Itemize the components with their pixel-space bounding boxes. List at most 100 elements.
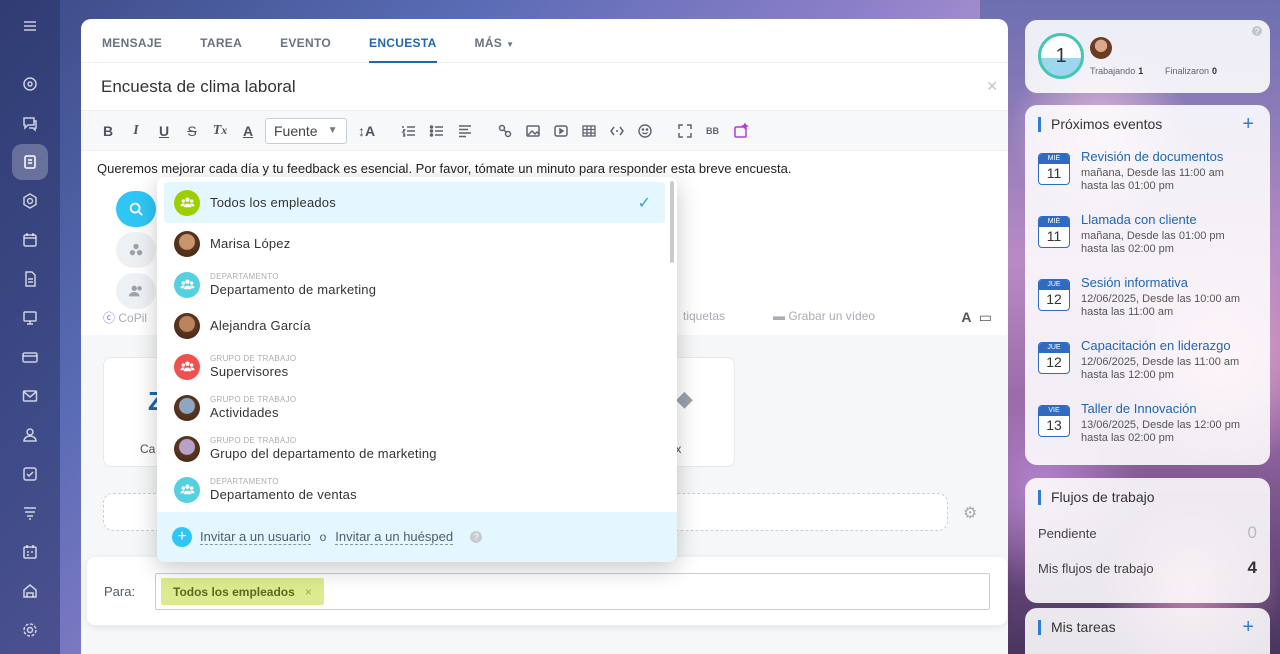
collab-icon[interactable] bbox=[12, 183, 48, 219]
calendar-icon[interactable] bbox=[12, 222, 48, 258]
event-item[interactable]: MIÉ 11 Llamada con cliente mañana, Desde la… bbox=[1038, 212, 1268, 262]
status-ring[interactable]: 1 bbox=[1038, 33, 1084, 79]
boards-icon[interactable] bbox=[12, 300, 48, 336]
recipient-option-text: Alejandra García bbox=[210, 318, 311, 333]
search-icon[interactable] bbox=[116, 191, 156, 227]
event-item[interactable]: JUE 12 Sesión informativa 12/06/2025, Desde… bbox=[1038, 275, 1268, 325]
text-color-icon[interactable]: A bbox=[237, 123, 259, 139]
font-size-icon[interactable]: ↕A bbox=[355, 123, 379, 139]
employees-icon[interactable] bbox=[12, 417, 48, 453]
tasks-icon[interactable] bbox=[12, 456, 48, 492]
align-icon[interactable] bbox=[455, 123, 475, 139]
event-day: 13 bbox=[1046, 417, 1062, 433]
tab-mas[interactable]: MÁS ▼ bbox=[475, 19, 515, 62]
event-title[interactable]: Capacitación en liderazgo bbox=[1081, 338, 1231, 353]
record-video-button[interactable]: ▬ Grabar un vídeo bbox=[773, 309, 875, 323]
recipient-option-text: DEPARTAMENTO Departamento de marketing bbox=[210, 272, 376, 297]
event-time-line2: hasta las 12:00 pm bbox=[1081, 369, 1174, 381]
close-icon[interactable]: ✕ bbox=[986, 78, 998, 95]
bbcode-icon[interactable]: BB bbox=[703, 123, 723, 139]
planner-icon[interactable] bbox=[12, 534, 48, 570]
bullet-list-icon[interactable] bbox=[427, 123, 447, 139]
gear-icon[interactable]: ⚙ bbox=[963, 503, 977, 523]
recipient-option[interactable]: DEPARTAMENTO Departamento de ventas bbox=[164, 469, 665, 510]
event-item[interactable]: MIÉ 11 Revisión de documentos mañana, Desde… bbox=[1038, 149, 1268, 199]
calendar-icon: VIE 13 bbox=[1038, 405, 1070, 437]
tab-evento[interactable]: EVENTO bbox=[280, 19, 331, 62]
emoji-icon[interactable] bbox=[635, 123, 655, 139]
font-select-label: Fuente bbox=[274, 122, 318, 139]
add-event-icon[interactable]: + bbox=[1242, 113, 1254, 136]
underline-icon[interactable]: U bbox=[153, 123, 175, 139]
remove-chip-icon[interactable]: × bbox=[305, 585, 312, 599]
link-icon[interactable] bbox=[495, 123, 515, 139]
recipient-option[interactable]: GRUPO DE TRABAJO Actividades bbox=[164, 387, 665, 428]
calendar-icon: MIÉ 11 bbox=[1038, 216, 1070, 248]
event-weekday: MIÉ bbox=[1039, 154, 1069, 164]
clear-format-icon[interactable]: Tx bbox=[209, 123, 231, 139]
code-icon[interactable] bbox=[607, 123, 627, 139]
event-time: 12/06/2025, Desde las 11:00 am hasta las … bbox=[1081, 356, 1239, 382]
image-icon[interactable] bbox=[523, 123, 543, 139]
event-title[interactable]: Taller de Innovación bbox=[1081, 401, 1197, 416]
tab-tarea[interactable]: TAREA bbox=[200, 19, 242, 62]
bold-icon[interactable]: B bbox=[97, 123, 119, 139]
numbered-list-icon[interactable] bbox=[399, 123, 419, 139]
working-value: 1 bbox=[1138, 66, 1144, 76]
recipient-option[interactable]: Alejandra García bbox=[164, 305, 665, 346]
help-icon[interactable]: ? bbox=[470, 531, 483, 543]
users-icon[interactable] bbox=[116, 273, 156, 309]
italic-icon[interactable]: I bbox=[125, 123, 147, 139]
workflows-mine-row[interactable]: Mis flujos de trabajo 4 bbox=[1038, 558, 1257, 577]
add-task-icon[interactable]: + bbox=[1242, 616, 1254, 639]
copilot-button[interactable]: ⓒ CoPil bbox=[103, 309, 147, 326]
event-title[interactable]: Llamada con cliente bbox=[1081, 212, 1197, 227]
structure-icon[interactable] bbox=[116, 232, 156, 268]
event-weekday: JUE bbox=[1039, 280, 1069, 290]
documents-icon[interactable] bbox=[12, 261, 48, 297]
invite-user-link[interactable]: Invitar a un usuario bbox=[200, 529, 311, 545]
recipient-chip[interactable]: Todos los empleados × bbox=[161, 578, 324, 605]
event-item[interactable]: VIE 13 Taller de Innovación 13/06/2025, Des… bbox=[1038, 401, 1268, 451]
recipient-option[interactable]: GRUPO DE TRABAJO Supervisores bbox=[164, 346, 665, 387]
settings-icon[interactable] bbox=[12, 612, 48, 648]
finished-value: 0 bbox=[1212, 66, 1218, 76]
strikethrough-icon[interactable]: S bbox=[181, 123, 203, 139]
chat-icon[interactable] bbox=[12, 105, 48, 141]
fullscreen-icon[interactable] bbox=[675, 123, 695, 139]
recipient-option[interactable]: DEPARTAMENTO Departamento de marketing bbox=[164, 264, 665, 305]
video-icon[interactable] bbox=[551, 123, 571, 139]
tab-encuesta[interactable]: ENCUESTA bbox=[369, 19, 437, 63]
event-item[interactable]: JUE 12 Capacitación en liderazgo 12/06/2025… bbox=[1038, 338, 1268, 388]
invite-guest-link[interactable]: Invitar a un huésped bbox=[335, 529, 454, 545]
recipients-field[interactable]: Todos los empleados × bbox=[155, 573, 990, 610]
chevron-down-icon: ▼ bbox=[327, 125, 338, 136]
menu-icon[interactable] bbox=[12, 8, 48, 44]
avatar[interactable] bbox=[1090, 37, 1112, 59]
recipient-option[interactable]: GRUPO DE TRABAJO Grupo del departamento d… bbox=[164, 428, 665, 469]
post-title-input[interactable]: Encuesta de clima laboral bbox=[101, 77, 296, 97]
tags-button[interactable]: tiquetas bbox=[683, 309, 725, 323]
ai-image-icon[interactable] bbox=[731, 122, 751, 139]
recipient-name: Todos los empleados bbox=[210, 195, 336, 210]
plus-icon[interactable]: + bbox=[172, 527, 192, 547]
recipient-option[interactable]: Marisa López bbox=[164, 223, 665, 264]
help-icon[interactable]: ? bbox=[1252, 26, 1262, 36]
automation-icon[interactable] bbox=[12, 66, 48, 102]
pending-label: Pendiente bbox=[1038, 526, 1097, 541]
tab-mensaje[interactable]: MENSAJE bbox=[102, 19, 162, 62]
font-select[interactable]: Fuente ▼ bbox=[265, 117, 347, 144]
feed-icon[interactable] bbox=[12, 144, 48, 180]
event-title[interactable]: Revisión de documentos bbox=[1081, 149, 1223, 164]
recipient-option[interactable]: Todos los empleados ✓ bbox=[164, 182, 665, 223]
sites-icon[interactable] bbox=[12, 495, 48, 531]
store-icon[interactable] bbox=[12, 573, 48, 609]
recipient-category: GRUPO DE TRABAJO bbox=[210, 354, 297, 363]
workflows-pending-row[interactable]: Pendiente 0 bbox=[1038, 523, 1257, 542]
table-icon[interactable] bbox=[579, 123, 599, 139]
mail-icon[interactable] bbox=[12, 378, 48, 414]
crm-icon[interactable] bbox=[12, 339, 48, 375]
scrollbar[interactable] bbox=[670, 181, 674, 263]
event-title[interactable]: Sesión informativa bbox=[1081, 275, 1188, 290]
format-toggle-icon[interactable]: A ▭ bbox=[961, 309, 992, 326]
